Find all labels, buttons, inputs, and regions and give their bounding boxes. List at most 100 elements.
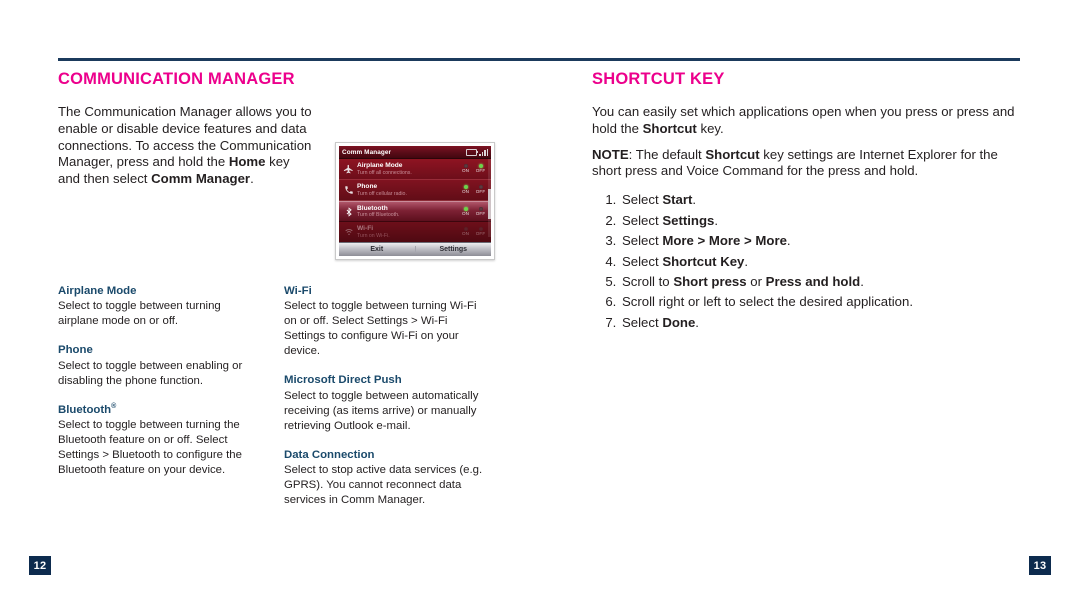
step-bold: More > More > More <box>662 233 787 249</box>
page-number-left: 12 <box>29 556 51 575</box>
softkey-settings[interactable]: Settings <box>416 246 492 253</box>
definition-airplane-mode: Airplane Mode Select to toggle between t… <box>58 284 258 329</box>
step-bold-2: Press and hold <box>765 274 861 290</box>
definition-phone: Phone Select to toggle between enabling … <box>58 343 258 388</box>
page-number-right: 13 <box>1029 556 1051 575</box>
intro-bold-comm-manager: Comm Manager <box>151 171 251 187</box>
toggle-on[interactable]: ON <box>460 206 471 217</box>
toggle-off-label: OFF <box>475 210 486 216</box>
registered-trademark-icon: ® <box>111 402 117 410</box>
toggle-off[interactable]: OFF <box>475 164 486 174</box>
toggle-off-label: OFF <box>475 231 486 237</box>
note-label: NOTE <box>592 146 629 162</box>
device-row-wifi[interactable]: Wi-Fi Turn on Wi-Fi. ON OFF <box>339 222 491 244</box>
note-bold-shortcut: Shortcut <box>705 146 760 162</box>
device-row-phone[interactable]: Phone Turn off cellular radio. ON OFF <box>339 180 491 202</box>
device-status-icons <box>466 148 488 156</box>
toggle-on[interactable]: ON <box>460 164 471 174</box>
device-row-toggle[interactable]: ON OFF <box>460 185 488 195</box>
toggle-on[interactable]: ON <box>460 185 471 195</box>
wifi-icon <box>342 226 355 239</box>
device-scrollbar[interactable] <box>488 159 491 238</box>
device-row-text: Airplane Mode Turn off all connections. <box>357 162 460 176</box>
step-text-after: . <box>786 233 791 249</box>
page-title-shortcut-key: SHORTCUT KEY <box>592 70 725 88</box>
toggle-on-label: ON <box>461 231 470 237</box>
definition-description: Select to toggle between automatically r… <box>284 389 479 432</box>
step-item: Select Done. <box>620 313 1020 333</box>
shortcut-intro-text-b: key. <box>696 120 724 136</box>
toggle-on-label: ON <box>461 210 470 216</box>
definition-term-text: Bluetooth <box>58 403 112 416</box>
step-item: Select Settings. <box>620 211 1020 231</box>
step-bold: Shortcut Key <box>662 253 745 269</box>
step-bold: Done <box>662 314 696 330</box>
toggle-off-label: OFF <box>475 168 486 174</box>
shortcut-intro-bold: Shortcut <box>642 120 697 136</box>
intro-text-3: . <box>250 171 254 187</box>
step-text-before: Scroll to <box>622 274 674 290</box>
bluetooth-icon <box>342 205 355 218</box>
device-row-list: Airplane Mode Turn off all connections. … <box>339 159 491 244</box>
intro-paragraph: The Communication Manager allows you to … <box>58 104 313 188</box>
definition-wifi: Wi-Fi Select to toggle between turning W… <box>284 284 489 359</box>
step-text-before: Select <box>622 233 663 249</box>
definition-description: Select to toggle between turning the Blu… <box>58 418 242 477</box>
device-screenshot-figure: Comm Manager Airplane Mode Turn off all … <box>335 142 495 261</box>
step-text-after: . <box>714 212 719 228</box>
device-row-name: Bluetooth <box>357 204 388 212</box>
softkey-exit[interactable]: Exit <box>339 246 416 254</box>
toggle-off-label: OFF <box>475 189 486 195</box>
header-rule <box>58 58 1020 61</box>
device-screen: Comm Manager Airplane Mode Turn off all … <box>339 146 492 257</box>
phone-icon <box>342 184 355 197</box>
device-titlebar: Comm Manager <box>339 146 491 160</box>
toggle-off[interactable]: OFF <box>475 185 486 195</box>
note-text-a: : The default <box>628 146 706 162</box>
step-item: Select More > More > More. <box>620 231 1020 251</box>
device-row-toggle[interactable]: ON OFF <box>460 227 488 237</box>
definition-description: Select to toggle between turning airplan… <box>58 300 221 328</box>
step-bold: Start <box>662 192 693 208</box>
step-text-before: Select <box>622 314 663 330</box>
left-page: COMMUNICATION MANAGER The Communication … <box>58 70 528 506</box>
step-text-after: . <box>695 314 699 330</box>
device-row-sub: Turn off all connections. <box>357 169 412 176</box>
device-row-text: Phone Turn off cellular radio. <box>357 183 460 197</box>
step-item: Select Start. <box>620 190 1020 210</box>
device-row-toggle[interactable]: ON OFF <box>460 206 488 217</box>
device-row-text: Bluetooth Turn off Bluetooth. <box>357 205 460 219</box>
toggle-on-label: ON <box>461 189 470 195</box>
device-row-bluetooth[interactable]: Bluetooth Turn off Bluetooth. ON OFF <box>339 201 491 223</box>
device-row-name: Airplane Mode <box>357 162 403 170</box>
toggle-off[interactable]: OFF <box>475 227 486 237</box>
intro-block: The Communication Manager allows you to … <box>58 104 528 261</box>
definition-columns: Airplane Mode Select to toggle between t… <box>58 284 528 508</box>
definition-description: Select to toggle between enabling or dis… <box>58 359 243 387</box>
definition-term: Bluetooth® <box>58 403 258 417</box>
device-row-text: Wi-Fi Turn on Wi-Fi. <box>357 225 460 239</box>
device-title: Comm Manager <box>342 148 392 156</box>
definition-description: Select to toggle between turning Wi-Fi o… <box>284 300 477 358</box>
toggle-on[interactable]: ON <box>460 227 471 237</box>
step-item: Scroll to Short press or Press and hold. <box>620 272 1020 292</box>
step-text-before: Select <box>622 212 663 228</box>
device-row-sub: Turn off cellular radio. <box>357 190 407 197</box>
page-title-communication-manager: COMMUNICATION MANAGER <box>58 70 295 88</box>
definition-description: Select to stop active data services (e.g… <box>284 464 483 507</box>
shortcut-steps-list: Select Start. Select Settings. Select Mo… <box>592 190 1020 333</box>
toggle-off[interactable]: OFF <box>475 206 486 217</box>
device-row-airplane-mode[interactable]: Airplane Mode Turn off all connections. … <box>339 159 491 181</box>
manual-spread: COMMUNICATION MANAGER The Communication … <box>0 0 1080 600</box>
definition-term: Airplane Mode <box>58 285 137 297</box>
definition-microsoft-direct-push: Microsoft Direct Push Select to toggle b… <box>284 373 489 433</box>
definition-column-1: Airplane Mode Select to toggle between t… <box>58 284 258 508</box>
device-row-toggle[interactable]: ON OFF <box>460 164 488 174</box>
step-bold: Short press <box>673 274 747 290</box>
device-row-name: Wi-Fi <box>357 225 374 233</box>
device-row-sub: Turn on Wi-Fi. <box>357 232 390 239</box>
device-row-sub: Turn off Bluetooth. <box>357 212 400 219</box>
step-bold: Settings <box>662 212 715 228</box>
step-text-before: Select <box>622 253 663 269</box>
definition-term: Data Connection <box>284 448 375 461</box>
